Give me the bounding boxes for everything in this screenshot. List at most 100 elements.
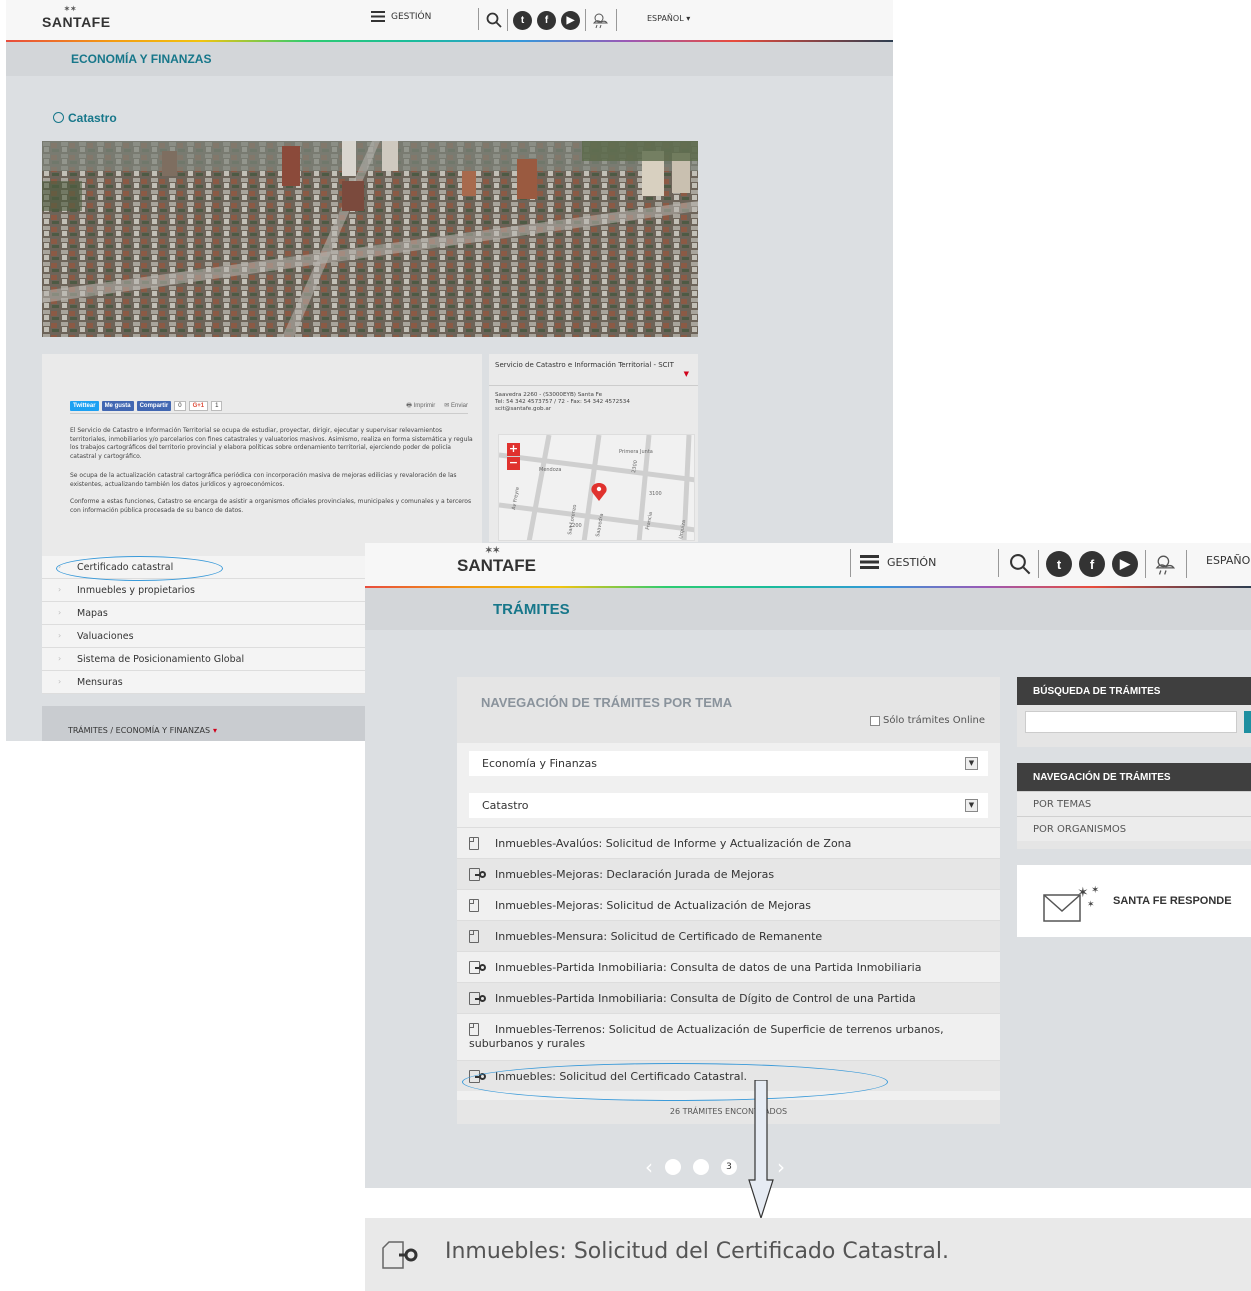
tweet-button[interactable]: Twittear: [70, 400, 99, 411]
list-item[interactable]: Inmuebles-Partida Inmobiliaria: Consulta…: [457, 982, 1000, 1013]
online-document-icon: [469, 992, 489, 1006]
gestion-label: GESTIÓN: [887, 555, 937, 569]
email-link[interactable]: scit@santafe.gob.ar: [495, 406, 692, 413]
online-document-icon: [469, 961, 489, 975]
divider: [850, 549, 851, 577]
location-pin-icon: [591, 483, 607, 501]
section-bar: ECONOMÍA Y FINANZAS: [6, 42, 893, 76]
sidebar-header[interactable]: Servicio de Catastro e Información Terri…: [489, 354, 698, 386]
document-icon: [469, 1023, 479, 1036]
divider: [1145, 550, 1146, 578]
twitter-icon[interactable]: t: [1046, 551, 1072, 577]
list-item[interactable]: Inmuebles-Mejoras: Solicitud de Actualiz…: [457, 889, 1000, 920]
chevron-down-icon[interactable]: ▼: [965, 757, 978, 770]
description-paragraph-1: El Servicio de Catastro e Información Te…: [70, 427, 473, 460]
street-label: Francia: [645, 512, 654, 531]
language-selector[interactable]: ESPAÑOL ▾: [647, 14, 690, 23]
tramites-search-input[interactable]: [1025, 711, 1237, 733]
weather-icon[interactable]: [591, 11, 611, 29]
search-icon[interactable]: [1009, 553, 1031, 575]
twitter-icon[interactable]: t: [513, 10, 532, 30]
list-item[interactable]: Inmuebles-Mensura: Solicitud de Certific…: [457, 920, 1000, 951]
online-document-icon: [469, 868, 489, 882]
facebook-icon[interactable]: f: [1079, 551, 1105, 577]
nav-box-title: NAVEGACIÓN DE TRÁMITES: [1017, 763, 1251, 791]
street-label: Mendoza: [539, 467, 561, 473]
gestion-label: GESTIÓN: [391, 11, 432, 22]
send-button[interactable]: ✉ Enviar: [444, 402, 468, 409]
svg-text:✶: ✶: [1077, 885, 1089, 901]
santa-fe-responde-banner[interactable]: ✶ ✶ ✶ SANTA FE RESPONDE: [1017, 865, 1251, 937]
tramites-navigation-panel: NAVEGACIÓN DE TRÁMITES POR TEMA Sólo trá…: [457, 677, 1000, 1124]
results-count: 26 TRÁMITES ENCONTRADOS: [457, 1100, 1000, 1124]
current-page[interactable]: 3: [721, 1159, 737, 1175]
subtopic-select[interactable]: Catastro ▼: [469, 793, 988, 818]
description-paragraph-3: Conforme a estas funciones, Catastro se …: [70, 498, 472, 514]
list-item[interactable]: Inmuebles-Partida Inmobiliaria: Consulta…: [457, 951, 1000, 982]
envelope-icon: ✶ ✶ ✶: [1043, 885, 1099, 922]
divider: [478, 8, 479, 30]
map-zoom-in-button[interactable]: +: [507, 443, 520, 456]
divider: [1038, 550, 1039, 578]
nav-por-temas[interactable]: POR TEMAS: [1017, 791, 1251, 816]
street-label: San Lorenzo: [567, 504, 578, 535]
right-rail: BÚSQUEDA DE TRÁMITES NAVEGACIÓN DE TRÁMI…: [1017, 677, 1251, 937]
page-dot[interactable]: [693, 1159, 709, 1175]
document-icon: [469, 899, 479, 912]
city-aerial-photo: [42, 141, 698, 337]
tramites-list: Inmuebles-Avalúos: Solicitud de Informe …: [457, 827, 1000, 1091]
description-paragraph-2: Se ocupa de la actualización catastral c…: [70, 472, 457, 488]
panel-title: NAVEGACIÓN DE TRÁMITES POR TEMA: [481, 695, 733, 710]
weather-icon[interactable]: [1153, 552, 1179, 576]
youtube-icon[interactable]: ▶: [561, 10, 580, 30]
nav-por-organismos[interactable]: POR ORGANISMOS: [1017, 816, 1251, 841]
section-title[interactable]: TRÁMITES: [493, 601, 570, 618]
online-document-icon: [382, 1241, 418, 1269]
list-item[interactable]: Inmuebles-Terrenos: Solicitud de Actuali…: [457, 1013, 1000, 1060]
list-item[interactable]: Inmuebles-Avalúos: Solicitud de Informe …: [457, 827, 1000, 858]
gestion-menu[interactable]: GESTIÓN: [860, 555, 936, 569]
next-page-button[interactable]: ›: [777, 1155, 785, 1179]
section-bar: TRÁMITES: [365, 588, 1251, 630]
zoomed-list-item[interactable]: Inmuebles: Solicitud del Certificado Cat…: [365, 1218, 1251, 1291]
breadcrumb[interactable]: Catastro: [53, 111, 117, 125]
prev-page-button[interactable]: ‹: [645, 1155, 653, 1179]
section-title[interactable]: ECONOMÍA Y FINANZAS: [71, 52, 211, 66]
caret-down-icon: ▾: [213, 726, 218, 735]
facebook-like-button[interactable]: Me gusta: [101, 400, 134, 411]
chevron-down-icon[interactable]: ▼: [965, 799, 978, 812]
search-button[interactable]: [1244, 711, 1251, 733]
gplus-count: 1: [211, 400, 223, 411]
list-item[interactable]: Inmuebles-Mejoras: Declaración Jurada de…: [457, 858, 1000, 889]
facebook-share-button[interactable]: Compartir: [136, 400, 172, 411]
topic-select[interactable]: Economía y Finanzas ▼: [469, 751, 988, 776]
page-dot[interactable]: [665, 1159, 681, 1175]
street-label: Primera Junta: [619, 449, 653, 455]
panel-header: NAVEGACIÓN DE TRÁMITES POR TEMA Sólo trá…: [457, 677, 1000, 743]
clock-icon: [53, 112, 64, 123]
checkbox-box[interactable]: [870, 715, 881, 726]
search-icon[interactable]: [486, 12, 502, 28]
divider: [998, 549, 999, 577]
facebook-icon[interactable]: f: [537, 10, 556, 30]
svg-text:✶: ✶: [1091, 885, 1099, 896]
santafe-logo[interactable]: ✶✶ SANTAFE: [457, 545, 536, 576]
search-box: [1017, 705, 1251, 747]
gestion-menu[interactable]: GESTIÓN: [371, 11, 431, 22]
menu-icon: [371, 11, 385, 22]
svg-text:✶: ✶: [1087, 900, 1095, 910]
document-icon: [469, 837, 479, 850]
language-selector[interactable]: ESPAÑO: [1206, 554, 1250, 567]
map-zoom-out-button[interactable]: −: [507, 457, 520, 470]
contact-info: Saavedra 2260 - (S3000EYB) Santa Fe Tel:…: [489, 386, 698, 413]
print-button[interactable]: 🖶 Imprimir: [406, 401, 435, 411]
gplus-button[interactable]: G+1: [188, 400, 209, 411]
online-only-checkbox[interactable]: Sólo trámites Online: [870, 715, 985, 726]
contact-sidebar: Servicio de Catastro e Información Terri…: [489, 354, 698, 542]
location-map[interactable]: Mendoza Primera Junta San Lorenzo Saaved…: [498, 434, 695, 541]
document-icon: [469, 930, 479, 943]
santafe-logo[interactable]: ✶✶ SANTAFE: [42, 6, 111, 30]
youtube-icon[interactable]: ▶: [1112, 551, 1138, 577]
zoomed-item-label: Inmuebles: Solicitud del Certificado Cat…: [445, 1239, 950, 1264]
highlight-annotation: [56, 556, 223, 581]
